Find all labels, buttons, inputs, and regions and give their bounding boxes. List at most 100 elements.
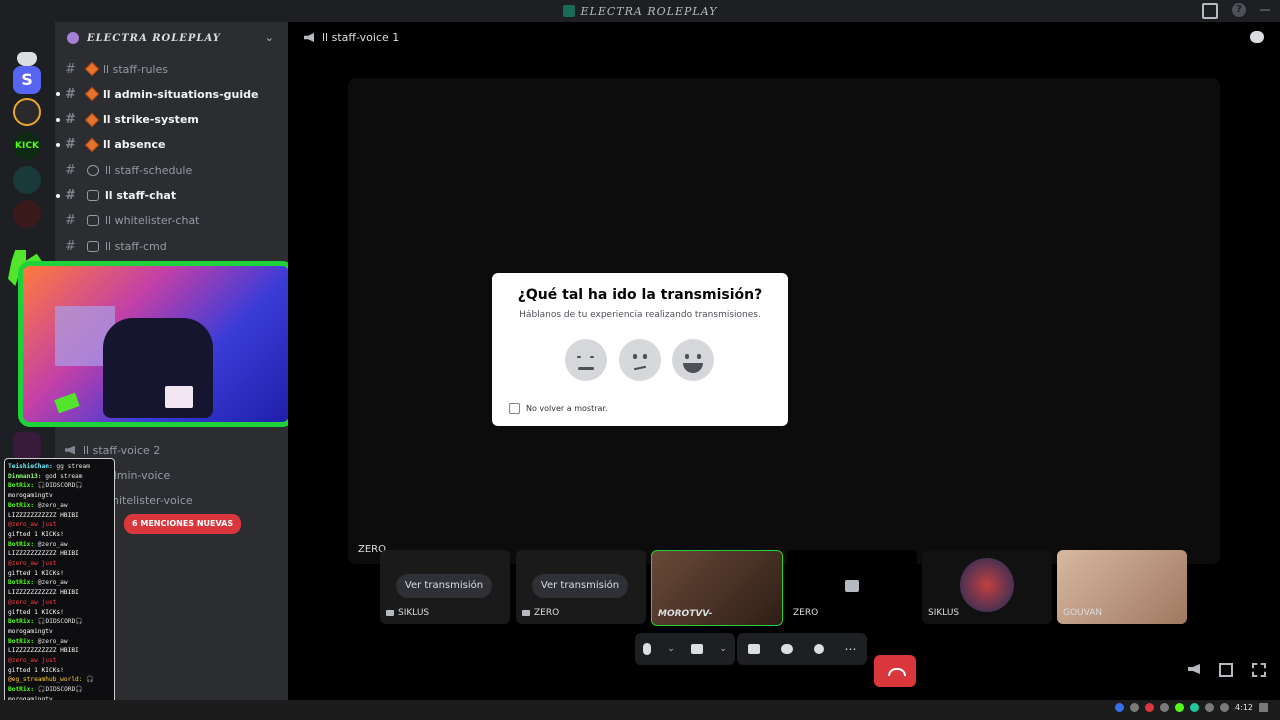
microphone-icon[interactable] xyxy=(643,643,652,655)
speaker-icon xyxy=(65,445,75,455)
channel-item[interactable]: # ll strike-system xyxy=(56,109,199,131)
os-taskbar: 4:12 xyxy=(0,700,1280,720)
server-kick[interactable]: KICK xyxy=(13,132,41,160)
soundboard-icon[interactable] xyxy=(813,644,824,654)
chat-text: 🎧DIDSCORD🎧 xyxy=(34,618,84,626)
server-icon[interactable] xyxy=(13,98,41,126)
channel-item[interactable]: # ll staff-schedule xyxy=(65,159,192,181)
chat-text: gifted 1 KICKs! xyxy=(8,666,64,674)
discord-home-icon[interactable] xyxy=(17,52,37,66)
wifi-icon[interactable] xyxy=(1205,703,1215,712)
tray-app-icon[interactable] xyxy=(1190,703,1200,712)
dont-show-again-checkbox[interactable]: No volver a mostrar. xyxy=(509,403,608,414)
guild-header[interactable]: ELECTRA ROLEPLAY ⌄ xyxy=(55,22,288,54)
chat-text: @zero_aw xyxy=(34,501,68,509)
chat-message: gifted 1 KICKs! xyxy=(8,666,111,676)
chevron-down-icon[interactable]: ⌄ xyxy=(667,644,675,654)
channel-label: ll staff-chat xyxy=(105,189,177,202)
chat-text: gifted 1 KICKs! xyxy=(8,569,64,577)
chat-text: LIZZZZZZZZZZZ HBIBI xyxy=(8,550,79,558)
participant-tile[interactable]: Ver transmisión SIKLUS xyxy=(380,550,510,624)
hangup-icon xyxy=(888,668,906,676)
unread-indicator xyxy=(56,193,60,198)
server-s[interactable]: S xyxy=(13,66,41,94)
server-icon[interactable] xyxy=(13,166,41,194)
happy-face-icon[interactable] xyxy=(672,339,714,381)
chat-text: @zero_aw just xyxy=(8,521,57,529)
participant-tile[interactable]: SIKLUS xyxy=(922,550,1052,624)
volume-tray-icon[interactable] xyxy=(1220,703,1230,712)
tray-app-icon[interactable] xyxy=(1130,703,1140,712)
more-options-icon[interactable]: ⋯ xyxy=(845,642,857,656)
chat-username: BotRix: xyxy=(8,618,35,626)
chat-message: BotRix: @zero_aw xyxy=(8,501,111,511)
neutral-face-icon[interactable] xyxy=(619,339,661,381)
gamepad-icon[interactable] xyxy=(780,644,793,654)
hash-icon: # xyxy=(65,86,76,102)
chat-message: @zero_aw just xyxy=(8,598,111,608)
participant-tile[interactable]: ZERO xyxy=(787,550,917,624)
channel-item[interactable]: # ll admin-situations-guide xyxy=(56,83,258,105)
popout-icon[interactable] xyxy=(1219,663,1233,677)
chat-text: LIZZZZZZZZZZZ HBIBI xyxy=(8,647,79,655)
channel-item[interactable]: # ll staff-rules xyxy=(65,58,168,80)
participant-label: ZERO xyxy=(793,608,818,618)
channel-item[interactable]: # ll staff-chat xyxy=(56,185,177,207)
server-icon[interactable] xyxy=(13,432,41,460)
chat-username: BotRix: xyxy=(8,637,35,645)
voice-channel-header: ll staff-voice 1 xyxy=(304,31,399,44)
fullscreen-icon[interactable] xyxy=(1252,663,1266,677)
chat-message: LIZZZZZZZZZZZ HBIBI xyxy=(8,511,111,521)
tray-app-icon[interactable] xyxy=(1115,703,1125,712)
new-mentions-badge[interactable]: 6 MENCIONES NUEVAS xyxy=(124,514,242,534)
inbox-icon[interactable] xyxy=(1202,3,1218,19)
guild-icon xyxy=(67,32,79,44)
minimize-button[interactable] xyxy=(1260,9,1270,11)
chevron-down-icon[interactable]: ⌄ xyxy=(719,644,727,654)
chat-username: BotRix: xyxy=(8,501,35,509)
notifications-icon[interactable] xyxy=(1259,703,1268,712)
tray-app-icon[interactable] xyxy=(1175,703,1185,712)
diamond-icon xyxy=(84,137,100,152)
watch-stream-button[interactable]: Ver transmisión xyxy=(396,574,492,598)
disconnect-button[interactable] xyxy=(874,655,916,687)
chat-username: TeishieChan: xyxy=(8,463,53,470)
channel-item[interactable]: # ll absence xyxy=(56,134,166,156)
channel-item[interactable]: # ll staff-cmd xyxy=(65,235,167,257)
participant-name: MOROTVV- xyxy=(658,609,713,619)
participant-label: SIKLUS xyxy=(928,608,959,618)
sad-face-icon[interactable] xyxy=(565,339,607,381)
chat-message: LIZZZZZZZZZZZ HBIBI xyxy=(8,549,111,559)
help-icon[interactable]: ? xyxy=(1232,3,1246,17)
tray-app-icon[interactable] xyxy=(1145,703,1155,712)
chat-message: Dinman13: god stream xyxy=(8,472,111,482)
chat-text: morogamingtv xyxy=(8,492,53,500)
watch-stream-button[interactable]: Ver transmisión xyxy=(532,574,628,598)
chat-message: TeishieChan: gg stream xyxy=(8,462,111,472)
chat-text: gifted 1 KICKs! xyxy=(8,530,64,538)
chat-message: @zero_aw just xyxy=(8,520,111,530)
participant-tile[interactable]: Ver transmisión ZERO xyxy=(516,550,646,624)
channel-item[interactable]: # ll whitelister-chat xyxy=(65,210,200,232)
chat-text: gg stream xyxy=(52,463,90,470)
tray-app-icon[interactable] xyxy=(1160,703,1170,712)
chat-bubble-icon[interactable] xyxy=(1250,31,1264,43)
participant-tile[interactable]: MOROTVV- xyxy=(651,550,783,626)
screen-share-icon[interactable] xyxy=(747,644,760,654)
channel-label: ll staff-cmd xyxy=(105,239,167,253)
hash-icon: # xyxy=(65,238,76,254)
checkbox-box[interactable] xyxy=(509,403,520,414)
hash-icon: # xyxy=(65,61,76,77)
user-avatar xyxy=(960,558,1014,612)
unread-indicator xyxy=(56,117,60,122)
chevron-down-icon[interactable]: ⌄ xyxy=(265,31,274,44)
activity-controls: ⋯ xyxy=(737,633,867,665)
participant-tile[interactable]: GOUVAN xyxy=(1057,550,1187,624)
camera-off-icon[interactable] xyxy=(691,644,704,654)
chat-username: BotRix: xyxy=(8,540,35,548)
participant-name: GOUVAN xyxy=(1063,608,1103,618)
chat-message: @eg_streamhub_world: 🎧 xyxy=(8,675,111,685)
server-icon[interactable] xyxy=(13,200,41,228)
participant-name: SIKLUS xyxy=(928,608,960,618)
modal-title: ¿Qué tal ha ido la transmisión? xyxy=(517,287,763,303)
